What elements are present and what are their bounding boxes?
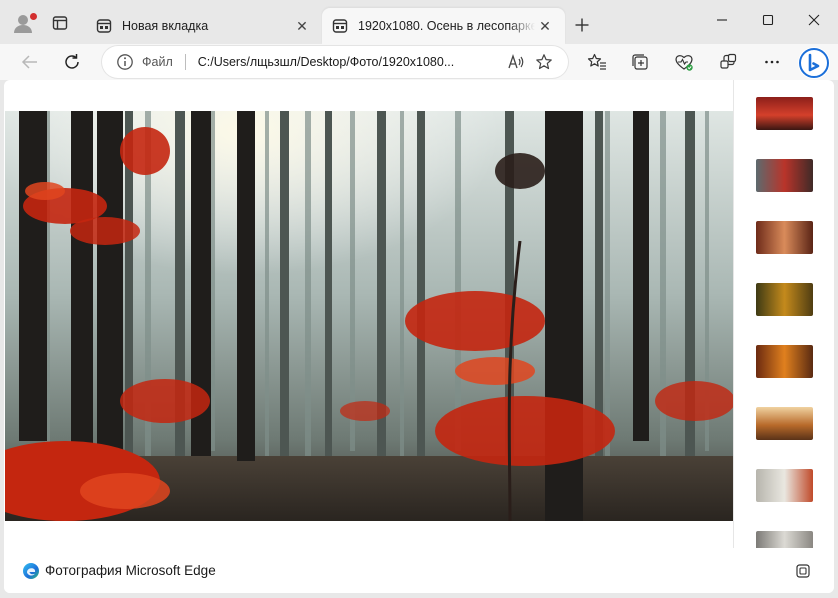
thumbnail[interactable] bbox=[756, 469, 813, 502]
profile-button[interactable] bbox=[8, 8, 38, 38]
refresh-button[interactable] bbox=[56, 46, 88, 78]
address-scheme-label: Файл bbox=[142, 55, 173, 69]
tab-actions-button[interactable] bbox=[46, 10, 74, 36]
star-icon bbox=[536, 54, 552, 70]
copilot-button[interactable] bbox=[798, 47, 830, 79]
read-aloud-icon bbox=[508, 53, 524, 69]
thumbnail[interactable] bbox=[756, 159, 813, 192]
minimize-button[interactable] bbox=[699, 4, 745, 36]
collections-button[interactable] bbox=[624, 46, 656, 78]
thumbnail[interactable] bbox=[756, 345, 813, 378]
extensions-icon bbox=[720, 53, 737, 69]
address-separator bbox=[184, 54, 186, 70]
thumbnail[interactable] bbox=[756, 407, 813, 440]
collections-icon bbox=[632, 54, 648, 70]
favorite-button[interactable] bbox=[530, 48, 558, 76]
tab-strip: Новая вкладка ✕ 1920x1080. Осень в лесоп… bbox=[0, 0, 838, 44]
new-tab-button[interactable] bbox=[569, 12, 595, 38]
autumn-forest-photo bbox=[5, 111, 733, 521]
edge-logo-icon bbox=[23, 562, 39, 579]
read-aloud-button[interactable] bbox=[502, 48, 530, 76]
thumbnail[interactable] bbox=[756, 221, 813, 254]
plus-icon bbox=[575, 18, 589, 32]
maximize-button[interactable] bbox=[745, 4, 791, 36]
address-bar[interactable]: Файл C:/Users/лщьзшл/Desktop/Фото/1920x1… bbox=[102, 46, 568, 78]
open-external-button[interactable] bbox=[794, 562, 812, 580]
extensions-button[interactable] bbox=[712, 46, 744, 78]
status-bar: Фотография Microsoft Edge bbox=[4, 548, 834, 593]
address-url[interactable]: C:/Users/лщьзшл/Desktop/Фото/1920x1080..… bbox=[198, 55, 502, 69]
tab-image[interactable]: 1920x1080. Осень в лесопарке - картинки … bbox=[322, 8, 565, 44]
open-external-icon bbox=[796, 564, 810, 578]
thumbnail-strip[interactable] bbox=[733, 80, 834, 548]
back-button[interactable] bbox=[14, 46, 46, 78]
page-content: Фотография Microsoft Edge bbox=[4, 80, 834, 593]
tab-new-tab[interactable]: Новая вкладка ✕ bbox=[86, 8, 322, 44]
tab-close-icon[interactable]: ✕ bbox=[292, 16, 312, 36]
tab-page-icon bbox=[96, 19, 112, 33]
thumbnail[interactable] bbox=[756, 283, 813, 316]
back-arrow-icon bbox=[21, 55, 37, 69]
main-photo[interactable] bbox=[5, 111, 733, 521]
tab-title: 1920x1080. Осень в лесопарке - картинки … bbox=[358, 19, 535, 33]
more-icon bbox=[765, 60, 779, 64]
favorites-button[interactable] bbox=[581, 46, 613, 78]
tab-close-icon[interactable]: ✕ bbox=[535, 16, 555, 36]
app-name-label: Фотография Microsoft Edge bbox=[45, 563, 216, 578]
tab-page-icon bbox=[332, 19, 348, 33]
tab-title: Новая вкладка bbox=[122, 19, 209, 33]
close-icon bbox=[808, 14, 820, 26]
refresh-icon bbox=[65, 54, 79, 69]
minimize-icon bbox=[717, 19, 727, 21]
close-window-button[interactable] bbox=[791, 4, 837, 36]
favorites-icon bbox=[587, 53, 606, 70]
profile-badge bbox=[30, 13, 37, 20]
thumbnail[interactable] bbox=[756, 531, 813, 548]
copilot-icon bbox=[799, 48, 829, 78]
thumbnail[interactable] bbox=[756, 97, 813, 130]
toolbar: Файл C:/Users/лщьзшл/Desktop/Фото/1920x1… bbox=[0, 44, 838, 80]
heart-pulse-icon bbox=[675, 55, 693, 71]
browser-essentials-button[interactable] bbox=[668, 46, 700, 78]
maximize-icon bbox=[762, 14, 774, 26]
info-icon[interactable] bbox=[116, 53, 134, 71]
tab-actions-icon bbox=[52, 16, 68, 30]
more-button[interactable] bbox=[756, 46, 788, 78]
